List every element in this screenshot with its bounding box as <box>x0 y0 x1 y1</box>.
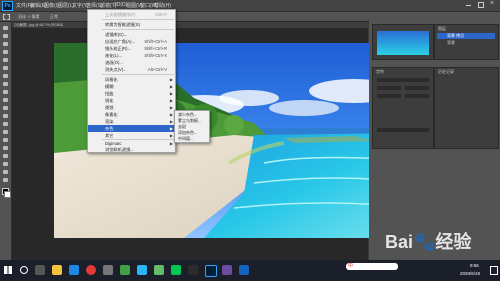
baidu-jingyan-watermark: Bai🐾经验 <box>385 232 472 252</box>
menu-item-filter-gallery[interactable]: 滤镜库(G)... <box>88 31 175 38</box>
layer-name: 背景 <box>447 40 455 45</box>
menu-item-last-filter[interactable]: 上次滤镜操作(F) Ctrl+F <box>88 11 175 18</box>
windows-taskbar: 中 9:56 2020/6/19 <box>0 260 500 281</box>
marquee-tool-icon[interactable] <box>3 34 8 38</box>
clock-date[interactable]: 2020/6/19 <box>460 271 480 276</box>
clone-stamp-tool-icon[interactable] <box>3 90 8 94</box>
menu-item-convert-smart-filter[interactable]: 转换为智能滤镜(S) <box>88 21 175 28</box>
app-icon[interactable] <box>239 265 249 275</box>
character-panel: 字符 <box>372 67 434 149</box>
healing-brush-tool-icon[interactable] <box>3 74 8 78</box>
filter-menu: 上次滤镜操作(F) Ctrl+F 转换为智能滤镜(S) 滤镜库(G)... 自适应… <box>87 9 176 153</box>
menu-item-sharpen[interactable]: 锐化 ▶ <box>88 97 175 104</box>
eraser-tool-icon[interactable] <box>3 106 8 110</box>
background-color-swatch[interactable] <box>4 191 11 198</box>
marquee-tool-icon[interactable] <box>3 14 10 20</box>
right-panel-dock: 图层 背景 拷贝 背景 字符 历史记录 <box>369 12 500 260</box>
menu-item-distort[interactable]: 扭曲 ▶ <box>88 90 175 97</box>
quick-select-tool-icon[interactable] <box>3 50 8 54</box>
style-buttons[interactable] <box>377 128 429 132</box>
kerning-field[interactable] <box>405 94 429 98</box>
menu-separator <box>102 29 174 30</box>
menu-item-oil-paint[interactable]: 油画(O)... <box>88 59 175 66</box>
menu-item-video[interactable]: 视频 ▶ <box>88 104 175 111</box>
layers-panel: 图层 背景 拷贝 背景 <box>434 24 499 60</box>
lasso-tool-icon[interactable] <box>3 42 8 46</box>
shape-tool-icon[interactable] <box>3 162 8 166</box>
history-panel-title[interactable]: 历史记录 <box>438 69 454 75</box>
task-view-icon[interactable] <box>35 265 45 275</box>
layer-row-selected[interactable]: 背景 拷贝 <box>437 33 495 39</box>
windows-start-icon[interactable] <box>4 266 12 274</box>
menu-item-render[interactable]: 渲染 ▶ <box>88 118 175 125</box>
menu-item-lens-correction[interactable]: 镜头校正(R)... Shift+Ctrl+R <box>88 45 175 52</box>
file-explorer-icon[interactable] <box>52 265 62 275</box>
photoshop-taskbar-icon[interactable] <box>205 265 217 277</box>
search-icon[interactable] <box>20 266 28 274</box>
gradient-tool-icon[interactable] <box>3 114 8 118</box>
hand-tool-icon[interactable] <box>3 170 8 174</box>
noise-submenu: 减少杂色... 蒙尘与划痕... 去斑 添加杂色... 中间值... <box>174 110 210 143</box>
menu-item-pixelate[interactable]: 像素化 ▶ <box>88 111 175 118</box>
menu-item-adaptive-wide-angle[interactable]: 自适应广角(A)... Shift+Ctrl+A <box>88 38 175 45</box>
navigator-panel <box>372 24 434 60</box>
eyedropper-tool-icon[interactable] <box>3 66 8 70</box>
feather-setting[interactable]: 羽化: 0 像素 <box>18 14 40 20</box>
blur-tool-icon[interactable] <box>3 122 8 126</box>
app-icon[interactable] <box>120 265 130 275</box>
app-icon[interactable] <box>154 265 164 275</box>
navigator-thumbnail[interactable] <box>377 31 429 55</box>
zoom-tool-icon[interactable] <box>3 178 8 182</box>
menu-item-liquify[interactable]: 液化(L)... Shift+Ctrl+X <box>88 52 175 59</box>
menu-item-noise[interactable]: 杂色 ▶ <box>88 125 175 132</box>
history-brush-tool-icon[interactable] <box>3 98 8 102</box>
clock-time[interactable]: 9:56 <box>470 263 479 268</box>
mode-select[interactable]: 正常 <box>50 14 58 20</box>
app-icon[interactable] <box>188 265 198 275</box>
document-tabs: QQ截图...jpg @ 66.7% (RGB/8) <box>12 22 368 28</box>
font-family-field[interactable] <box>377 78 429 82</box>
minimize-icon[interactable] <box>466 5 471 6</box>
document-tab[interactable]: QQ截图...jpg @ 66.7% (RGB/8) <box>14 23 63 28</box>
menu-separator <box>102 74 174 75</box>
app-icon[interactable] <box>222 265 232 275</box>
layer-row[interactable]: 背景 <box>437 40 495 46</box>
edge-browser-icon[interactable] <box>69 265 79 275</box>
move-tool-icon[interactable] <box>3 26 8 30</box>
maximize-icon[interactable] <box>478 2 484 8</box>
menu-item-vanishing-point[interactable]: 消失点(V)... Alt+Ctrl+V <box>88 66 175 73</box>
menu-item-other[interactable]: 其它 ▶ <box>88 132 175 139</box>
tracking-field[interactable] <box>377 94 401 98</box>
menu-image[interactable]: 图像(I) <box>44 2 59 9</box>
type-tool-icon[interactable] <box>3 146 8 150</box>
dodge-tool-icon[interactable] <box>3 130 8 134</box>
menu-separator <box>102 19 174 20</box>
layer-name: 背景 拷贝 <box>447 33 465 38</box>
menu-item-stylize[interactable]: 风格化 ▶ <box>88 76 175 83</box>
history-panel: 历史记录 <box>434 67 499 149</box>
layers-panel-title[interactable]: 图层 <box>438 26 446 32</box>
menu-item-browse-filters-online[interactable]: 浏览联机滤镜... <box>88 146 175 153</box>
crop-tool-icon[interactable] <box>3 58 8 62</box>
menu-help[interactable]: 帮助(H) <box>154 2 171 9</box>
pen-tool-icon[interactable] <box>3 138 8 142</box>
photoshop-logo[interactable]: Ps <box>2 1 13 11</box>
chrome-browser-icon[interactable] <box>86 265 96 275</box>
toolbox <box>0 22 12 260</box>
character-panel-title[interactable]: 字符 <box>376 69 384 75</box>
close-icon[interactable]: × <box>490 0 494 7</box>
app-menubar: Ps 文件(F) 编辑(E) 图像(I) 图层(L) 文字(Y) 选择(S) 滤… <box>0 0 500 12</box>
submenu-item-median[interactable]: 中间值... <box>178 136 193 142</box>
app-icon[interactable] <box>137 265 147 275</box>
notification-icon[interactable] <box>490 266 498 275</box>
leading-field[interactable] <box>405 86 429 90</box>
path-select-tool-icon[interactable] <box>3 154 8 158</box>
brush-tool-icon[interactable] <box>3 82 8 86</box>
wechat-icon[interactable] <box>171 265 181 275</box>
font-size-field[interactable] <box>377 86 401 90</box>
ime-indicator[interactable]: 中 <box>346 263 398 270</box>
app-icon[interactable] <box>103 265 113 275</box>
menu-item-blur[interactable]: 模糊 ▶ <box>88 83 175 90</box>
